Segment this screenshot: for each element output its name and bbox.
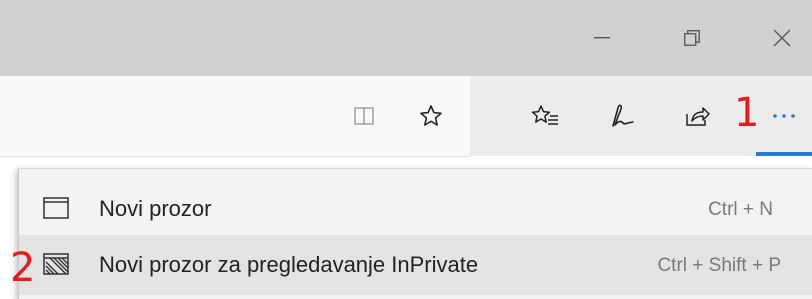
minimize-icon <box>594 37 610 39</box>
more-actions-button[interactable] <box>760 96 808 136</box>
web-note-icon <box>612 104 634 127</box>
menu-item-new-inprivate-window[interactable]: Novi prozor za pregledavanje InPrivate C… <box>19 235 812 295</box>
menu-item-shortcut: Ctrl + Shift + P <box>657 255 781 276</box>
window-icon <box>43 197 69 219</box>
active-indicator <box>756 152 812 156</box>
more-actions-icon <box>773 114 795 118</box>
restore-icon <box>684 30 700 46</box>
annotation-step-1: 1 <box>734 90 760 136</box>
favorites-hub-icon <box>531 105 558 125</box>
more-actions-menu: Novi prozor Ctrl + N Novi prozor za preg… <box>18 168 812 299</box>
share-icon <box>686 107 710 126</box>
annotation-step-2: 2 <box>10 245 36 291</box>
title-bar <box>0 0 812 76</box>
address-bar[interactable] <box>0 76 470 157</box>
minimize-button[interactable] <box>572 0 632 76</box>
reading-view-icon <box>354 107 374 125</box>
menu-item-shortcut: Ctrl + N <box>708 199 773 220</box>
add-favorite-button[interactable] <box>411 96 451 136</box>
web-note-button[interactable] <box>603 96 643 136</box>
restore-button[interactable] <box>662 0 722 76</box>
menu-item-label: Novi prozor <box>99 196 212 221</box>
menu-item-label: Novi prozor za pregledavanje InPrivate <box>99 252 479 277</box>
reading-view-button[interactable] <box>344 96 384 136</box>
menu-item-new-window[interactable]: Novi prozor Ctrl + N <box>19 179 812 239</box>
toolbar <box>0 76 812 157</box>
close-icon <box>773 29 791 47</box>
close-button[interactable] <box>752 0 812 76</box>
favorite-star-icon <box>420 105 442 126</box>
share-button[interactable] <box>677 96 717 136</box>
favorites-hub-button[interactable] <box>525 96 565 136</box>
inprivate-window-icon <box>43 253 69 275</box>
